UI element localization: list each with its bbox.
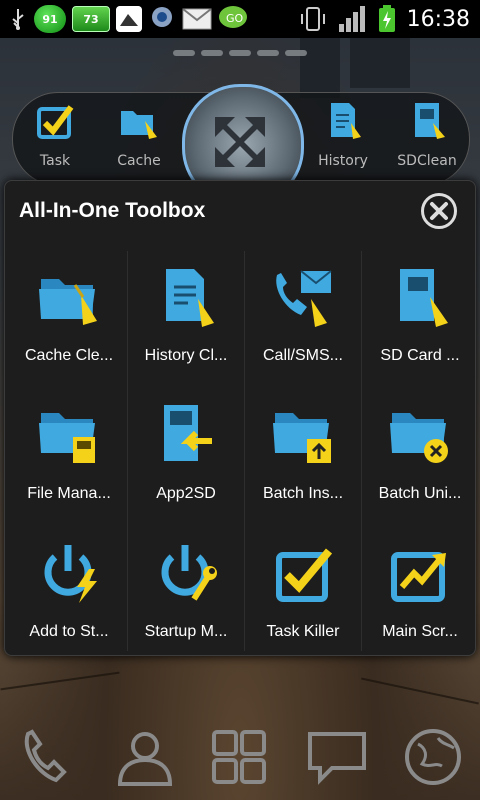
tool-file-manager[interactable]: File Mana... [11, 389, 127, 519]
wallpaper-crack [0, 671, 120, 691]
tool-label: Batch Ins... [262, 485, 344, 502]
tool-cache-cleaner[interactable]: Cache Cle... [11, 251, 127, 381]
tool-label: Batch Uni... [378, 485, 462, 502]
tool-add-to-startup[interactable]: Add to St... [11, 527, 127, 657]
status-bar: 91 73 GO 16:38 [0, 0, 480, 38]
bottom-dock [0, 712, 480, 800]
usb-icon [12, 9, 24, 30]
app-to-sd-icon [164, 405, 212, 461]
widget-item-task[interactable]: Task [15, 101, 95, 169]
tool-call-sms-cleaner[interactable]: Call/SMS... [245, 251, 361, 381]
tool-label: SD Card ... [380, 347, 460, 364]
signal-icon [338, 6, 365, 32]
power-bolt-icon [44, 545, 97, 603]
location-icon [152, 7, 172, 27]
sdcard-broom-icon [400, 269, 448, 327]
widget-item-label: Task [39, 153, 71, 169]
page-dot [201, 50, 223, 56]
widget-item-sdclean[interactable]: SDClean [387, 101, 467, 169]
widget-item-history[interactable]: History [303, 101, 383, 169]
battery-badge: 73 [72, 6, 110, 32]
page-indicator [0, 50, 480, 56]
app-notification-icon [116, 6, 142, 32]
tool-batch-install[interactable]: Batch Ins... [245, 389, 361, 519]
document-broom-icon [166, 269, 214, 327]
tool-label: Add to St... [29, 623, 109, 640]
folder-broom-icon [121, 111, 157, 139]
widget-item-label: History [318, 153, 368, 169]
wallpaper-building [300, 38, 340, 98]
page-dot [257, 50, 279, 56]
chart-up-icon [391, 552, 446, 602]
phone-icon[interactable] [16, 726, 78, 788]
dialog-title: All-In-One Toolbox [19, 199, 206, 222]
tool-label: Startup M... [144, 623, 228, 640]
svg-text:GO: GO [226, 12, 244, 25]
browser-globe-icon[interactable] [402, 726, 464, 788]
tool-label: Cache Cle... [24, 347, 114, 364]
tool-label: Call/SMS... [262, 347, 343, 364]
widget-item-cache[interactable]: Cache [99, 101, 179, 169]
battery-charging-icon [378, 5, 395, 32]
wallpaper-crack [361, 677, 479, 705]
tool-app2sd[interactable]: App2SD [128, 389, 244, 519]
go-sms-icon: GO [219, 6, 247, 28]
page-dot [229, 50, 251, 56]
page-dot [173, 50, 195, 56]
clock: 16:38 [406, 6, 470, 32]
checkbox-icon [276, 548, 333, 602]
widget-item-label: SDClean [397, 153, 457, 169]
page-dot [285, 50, 307, 56]
tool-task-killer[interactable]: Task Killer [245, 527, 361, 657]
tool-main-screen[interactable]: Main Scr... [362, 527, 478, 657]
widget-item-label: Cache [117, 153, 161, 169]
tool-startup-manager[interactable]: Startup M... [128, 527, 244, 657]
toolbox-dialog: All-In-One Toolbox Cache Cle... History … [4, 180, 476, 656]
folder-sdcard-icon [39, 413, 95, 463]
tool-label: Main Scr... [382, 623, 458, 640]
tool-label: History Cl... [144, 347, 228, 364]
tool-batch-uninstall[interactable]: Batch Uni... [362, 389, 478, 519]
tool-grid: Cache Cle... History Cl... Call/SMS... S… [9, 251, 479, 651]
tool-history-cleaner[interactable]: History Cl... [128, 251, 244, 381]
tool-sd-card-cleaner[interactable]: SD Card ... [362, 251, 478, 381]
checkbox-icon [37, 105, 74, 139]
wallpaper-building [350, 38, 410, 88]
sdcard-broom-icon [415, 103, 445, 139]
close-icon [430, 202, 448, 220]
vibrate-icon [300, 7, 325, 31]
messaging-icon[interactable] [306, 726, 368, 788]
folder-broom-icon [39, 279, 97, 325]
contacts-icon[interactable] [114, 726, 176, 788]
tool-label: File Mana... [27, 485, 111, 502]
folder-uninstall-icon [390, 413, 448, 463]
close-button[interactable] [421, 193, 457, 229]
memory-badge: 91 [34, 5, 66, 33]
email-icon [182, 8, 212, 30]
app-drawer-icon[interactable] [208, 726, 270, 788]
tool-label: Task Killer [266, 623, 340, 640]
document-broom-icon [331, 103, 361, 139]
power-wrench-icon [161, 545, 217, 601]
phone-mail-broom-icon [276, 270, 332, 327]
folder-install-icon [273, 413, 331, 463]
tool-label: App2SD [156, 485, 216, 502]
